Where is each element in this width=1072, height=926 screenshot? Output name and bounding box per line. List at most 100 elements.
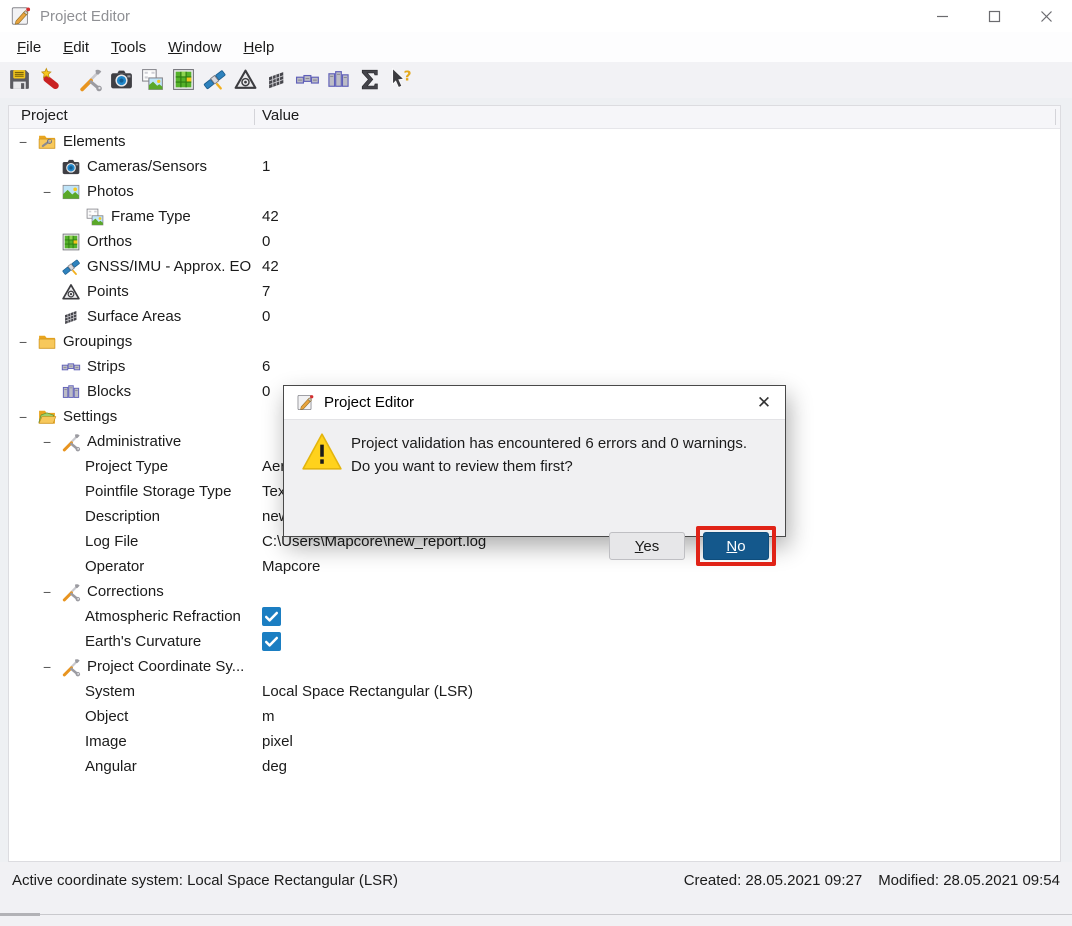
tree-row-strips[interactable]: Strips6 <box>9 354 1060 379</box>
dialog-title: Project Editor <box>324 394 414 411</box>
photos-frame-button[interactable] <box>137 65 167 95</box>
tree-row-system[interactable]: SystemLocal Space Rectangular (LSR) <box>9 679 1060 704</box>
tree-row-corrections[interactable]: − Corrections <box>9 579 1060 604</box>
strips-button[interactable] <box>292 65 322 95</box>
tree-row-frame-type[interactable]: Frame Type42 <box>9 204 1060 229</box>
tree-label: Administrative <box>87 433 181 450</box>
surface-icon <box>264 80 289 95</box>
collapse-toggle-icon[interactable]: − <box>41 434 61 450</box>
tree-value: Tex <box>262 479 285 504</box>
menu-item-edit[interactable]: Edit <box>52 35 100 60</box>
tree-row-operator[interactable]: Operator Mapcore <box>9 554 1060 579</box>
tree-label: Surface Areas <box>87 308 181 325</box>
save-button[interactable] <box>4 65 34 95</box>
collapse-toggle-icon[interactable]: − <box>41 659 61 675</box>
tree-row-photos[interactable]: −Photos <box>9 179 1060 204</box>
points-button[interactable] <box>230 65 260 95</box>
camera-button[interactable] <box>106 65 136 95</box>
maximize-button[interactable] <box>968 0 1020 32</box>
tree-value: Mapcore <box>262 554 320 579</box>
strips-icon <box>61 357 83 377</box>
tree-label: Image <box>85 733 127 750</box>
collapse-toggle-icon[interactable]: − <box>17 409 37 425</box>
collapse-toggle-icon[interactable]: − <box>41 184 61 200</box>
checkbox-checked[interactable] <box>262 607 281 626</box>
checkbox-checked[interactable] <box>262 632 281 651</box>
collapse-toggle-icon[interactable]: − <box>17 134 37 150</box>
tree-label: Project Type <box>85 458 168 475</box>
tree-row-points[interactable]: Points7 <box>9 279 1060 304</box>
tree-value: 42 <box>262 254 279 279</box>
context-help-button[interactable]: ? <box>385 65 415 95</box>
tree-row-gnss-imu-approx-eo[interactable]: GNSS/IMU - Approx. EO42 <box>9 254 1060 279</box>
menu-item-tools[interactable]: Tools <box>100 35 157 60</box>
tree-row-project-coordinate-sy[interactable]: − Project Coordinate Sy... <box>9 654 1060 679</box>
tree-row-object[interactable]: Objectm <box>9 704 1060 729</box>
strips-icon <box>295 80 320 95</box>
blocks-button[interactable] <box>323 65 353 95</box>
satellite-icon <box>61 257 83 277</box>
menu-item-file[interactable]: File <box>6 35 52 60</box>
tree-row-atmospheric-refraction[interactable]: Atmospheric Refraction <box>9 604 1060 629</box>
tree-row-earth-s-curvature[interactable]: Earth's Curvature <box>9 629 1060 654</box>
tree-label: Project Coordinate Sy... <box>87 658 244 675</box>
tree-label: Atmospheric Refraction <box>85 608 241 625</box>
tree-row-surface-areas[interactable]: Surface Areas0 <box>9 304 1060 329</box>
active-coordinate-system-text: Active coordinate system: Local Space Re… <box>12 872 398 914</box>
magic-wand-icon <box>38 80 63 95</box>
ortho-icon <box>171 80 196 95</box>
tree-row-elements[interactable]: −Elements <box>9 129 1060 154</box>
menu-item-window[interactable]: Window <box>157 35 232 60</box>
tree-row-image[interactable]: Imagepixel <box>9 729 1060 754</box>
ortho-icon <box>61 232 83 252</box>
sigma-icon <box>357 80 382 95</box>
tree-label: Earth's Curvature <box>85 633 201 650</box>
tree-row-angular[interactable]: Angulardeg <box>9 754 1060 779</box>
frame-icon <box>140 80 165 95</box>
minimize-icon <box>936 10 949 23</box>
yes-button[interactable]: Yes <box>609 532 685 560</box>
tree-label: Corrections <box>87 583 164 600</box>
collapse-toggle-icon[interactable]: − <box>17 334 37 350</box>
menu-item-help[interactable]: Help <box>232 35 285 60</box>
tree-row-cameras-sensors[interactable]: Cameras/Sensors1 <box>9 154 1060 179</box>
timestamps: Created: 28.05.2021 09:27 Modified: 28.0… <box>684 872 1060 914</box>
tree-row-groupings[interactable]: −Groupings <box>9 329 1060 354</box>
tree-label: Pointfile Storage Type <box>85 483 231 500</box>
no-button[interactable]: No <box>703 532 769 560</box>
magic-wand-button[interactable] <box>35 65 65 95</box>
tree-label: Blocks <box>87 383 131 400</box>
tree-value: Local Space Rectangular (LSR) <box>262 679 473 704</box>
blocks-icon <box>326 80 351 95</box>
gnss-button[interactable] <box>199 65 229 95</box>
help-pointer-icon: ? <box>388 80 413 95</box>
dialog-close-button[interactable]: ✕ <box>743 386 785 419</box>
close-button[interactable] <box>1020 0 1072 32</box>
column-header-value[interactable]: Value <box>262 107 299 124</box>
window-controls <box>916 0 1072 32</box>
tree-label: Operator <box>85 558 144 575</box>
tree-value: 1 <box>262 154 270 179</box>
collapse-toggle-icon[interactable]: − <box>41 584 61 600</box>
tools-button[interactable] <box>75 65 105 95</box>
tools-icon <box>78 80 103 95</box>
column-divider[interactable] <box>254 109 255 125</box>
menu-bar: FileEditToolsWindowHelp <box>0 32 1072 62</box>
dialog-message-line1: Project validation has encountered 6 err… <box>351 432 747 455</box>
tree-value: 6 <box>262 354 270 379</box>
tree-value: 42 <box>262 204 279 229</box>
bottom-strip <box>0 914 1072 926</box>
ortho-button[interactable] <box>168 65 198 95</box>
minimize-button[interactable] <box>916 0 968 32</box>
tree-label: Object <box>85 708 128 725</box>
tree-row-orthos[interactable]: Orthos0 <box>9 229 1060 254</box>
folder-tools-icon <box>37 132 59 152</box>
validation-dialog: Project Editor ✕ Project validation has … <box>283 385 786 537</box>
project-editor-window: Project Editor FileEditToolsWindowHelp ?… <box>0 0 1072 926</box>
sigma-button[interactable] <box>354 65 384 95</box>
dialog-title-bar: Project Editor ✕ <box>284 386 785 420</box>
tree-value: deg <box>262 754 287 779</box>
surface-button[interactable] <box>261 65 291 95</box>
resize-grip[interactable] <box>0 913 40 916</box>
column-header-project[interactable]: Project <box>21 107 68 124</box>
